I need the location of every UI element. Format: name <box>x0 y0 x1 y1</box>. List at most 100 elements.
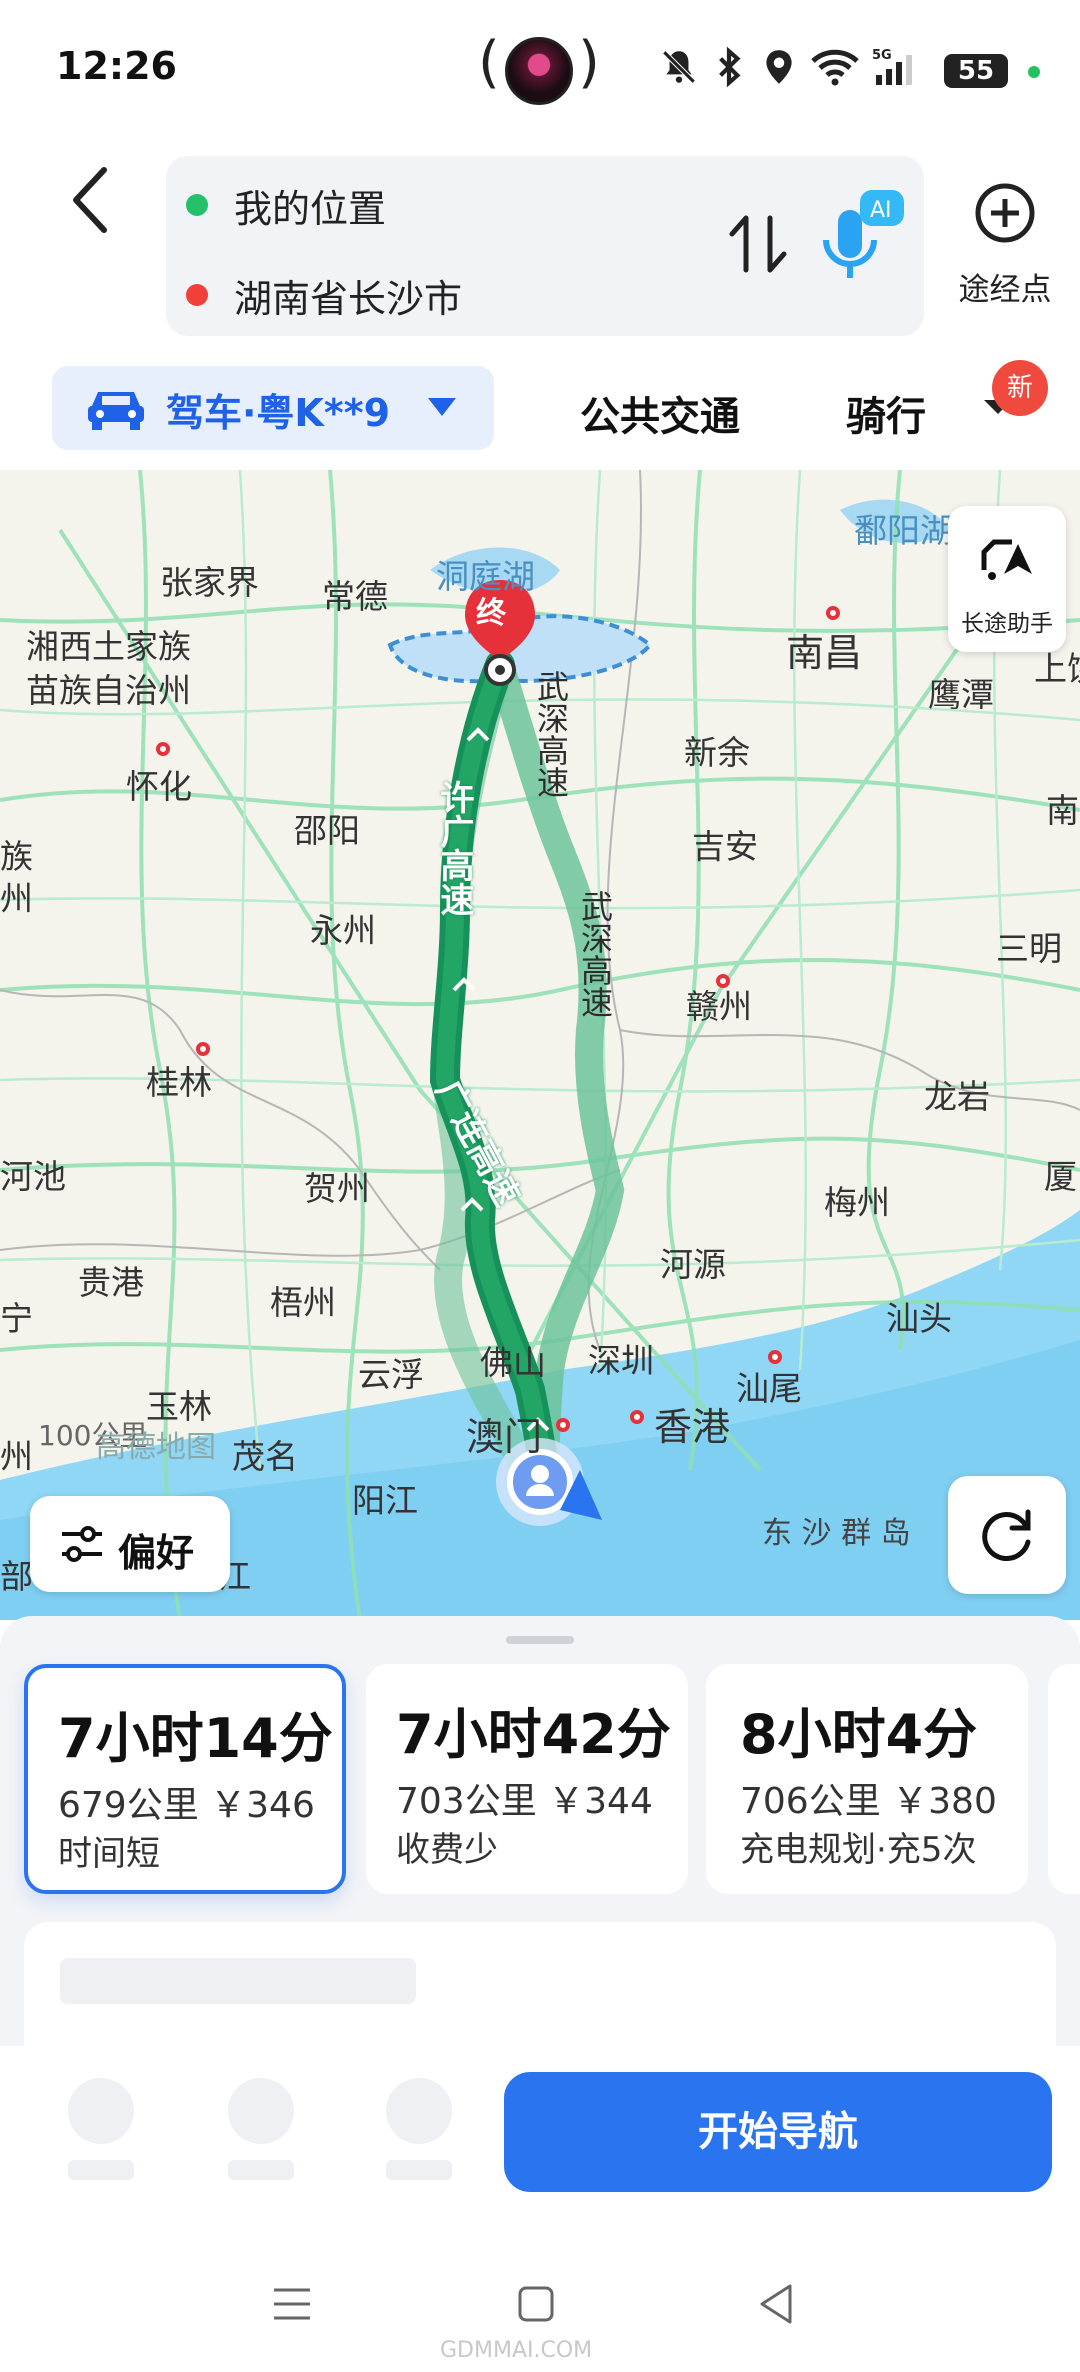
highway-label-wushen-2: 武深高速 <box>576 890 614 1018</box>
city-dot <box>630 1410 644 1424</box>
route-tag: 充电规划·充5次 <box>740 1830 977 1870</box>
loading-placeholder-bar <box>68 2160 134 2180</box>
city-dot <box>826 606 840 620</box>
swap-icon[interactable] <box>718 204 798 284</box>
place-wuzhou: 梧州 <box>270 1283 336 1322</box>
home-icon[interactable] <box>516 2284 556 2324</box>
place-shaoyang: 邵阳 <box>294 811 360 850</box>
waypoint-label: 途经点 <box>958 272 1052 308</box>
back-button[interactable] <box>60 160 126 240</box>
ai-voice-icon[interactable]: AI <box>808 182 918 292</box>
loading-placeholder-bar <box>228 2160 294 2180</box>
status-bar: 12:26 ( ) 5G 55 <box>0 0 1080 140</box>
driving-label: 驾车·粤K**9 <box>166 391 391 435</box>
route-duration: 7小时14分 <box>58 1707 333 1770</box>
wifi-icon <box>811 49 859 86</box>
highway-label-wushen-1: 武深高速 <box>532 670 570 798</box>
refresh-route-button[interactable] <box>948 1476 1066 1594</box>
place-yunfu: 云浮 <box>358 1355 424 1394</box>
place-poyang: 鄱阳湖 <box>854 511 953 550</box>
footer-watermark: GDMMAI.COM <box>440 2338 593 2363</box>
preference-button[interactable]: 偏好 <box>30 1496 230 1592</box>
place-longyan: 龙岩 <box>924 1077 990 1116</box>
battery-indicator: 55 <box>944 54 1008 88</box>
place-zhangjiajie: 张家界 <box>160 563 259 602</box>
route-card-peek[interactable] <box>1048 1664 1080 1894</box>
tab-transit[interactable]: 公共交通 <box>580 384 740 442</box>
loading-placeholder-circle <box>228 2078 294 2144</box>
add-waypoint-button[interactable]: 途经点 <box>940 180 1070 320</box>
highway-label-xuguang: 许广高速 <box>434 780 474 916</box>
place-yangjiang: 阳江 <box>352 1481 418 1520</box>
chevron-down-icon <box>428 398 456 416</box>
place-foshan: 佛山 <box>480 1343 546 1382</box>
loading-placeholder <box>60 1958 416 2004</box>
place-yulin: 玉林 <box>146 1387 212 1426</box>
sliders-icon <box>62 1526 102 1562</box>
tab-cycling[interactable]: 骑行 <box>846 384 926 442</box>
place-nanchang: 南昌 <box>786 631 863 675</box>
place-yingtan: 鹰潭 <box>928 675 994 714</box>
place-dongsha: 东 沙 群 岛 <box>762 1516 911 1551</box>
place-ning: 宁 <box>0 1299 33 1338</box>
system-navigation-bar: GDMMAI.COM <box>0 2246 1080 2372</box>
place-maoming: 茂名 <box>232 1437 298 1476</box>
svg-text:5G: 5G <box>872 48 892 63</box>
origin-text: 我的位置 <box>234 187 387 231</box>
route-card-1[interactable]: 7小时14分 679公里 ￥346 时间短 <box>24 1664 346 1894</box>
new-badge: 新 <box>992 360 1048 416</box>
location-icon <box>766 50 792 84</box>
city-dot <box>156 742 170 756</box>
destination-dot-icon <box>186 284 208 306</box>
place-shantou: 汕头 <box>886 1299 952 1338</box>
loading-placeholder-circle <box>386 2078 452 2144</box>
route-distance-toll: 679公里 ￥346 <box>58 1785 315 1826</box>
loading-placeholder-bar <box>386 2160 452 2180</box>
svg-text:AI: AI <box>870 198 892 223</box>
cellular-signal-icon: 5G <box>872 48 912 85</box>
back-icon[interactable] <box>756 2282 796 2326</box>
place-hechi: 河池 <box>0 1157 66 1196</box>
sheet-drag-handle[interactable] <box>506 1636 574 1644</box>
tab-driving[interactable]: 驾车·粤K**9 <box>52 366 494 450</box>
status-time: 12:26 <box>56 44 177 88</box>
place-huaihua: 怀化 <box>126 767 192 806</box>
route-distance-toll: 703公里 ￥344 <box>396 1781 653 1822</box>
place-bu: 部 <box>0 1557 33 1596</box>
route-tag: 时间短 <box>58 1834 160 1874</box>
route-card-2[interactable]: 7小时42分 703公里 ￥344 收费少 <box>366 1664 688 1894</box>
preference-label: 偏好 <box>118 1531 195 1575</box>
city-dot <box>196 1042 210 1056</box>
place-hezhou: 贺州 <box>304 1169 370 1208</box>
origin-field[interactable]: 我的位置 <box>186 170 706 240</box>
city-dot <box>768 1350 782 1364</box>
refresh-icon <box>982 1509 1031 1561</box>
floating-camera-bubble[interactable]: ( ) <box>478 30 600 108</box>
route-duration: 8小时4分 <box>740 1703 978 1766</box>
long-trip-label: 长途助手 <box>961 611 1053 637</box>
route-card-3[interactable]: 8小时4分 706公里 ￥380 充电规划·充5次 <box>706 1664 1028 1894</box>
plus-circle-icon <box>975 183 1035 243</box>
place-sanming: 三明 <box>996 929 1062 968</box>
city-dot <box>716 974 730 988</box>
place-hongkong: 香港 <box>654 1405 731 1449</box>
long-trip-assistant-button[interactable]: 长途助手 <box>948 506 1066 652</box>
camera-avatar-icon <box>505 37 573 105</box>
start-navigation-button[interactable]: 开始导航 <box>504 2072 1052 2192</box>
place-guilin: 桂林 <box>146 1063 212 1102</box>
destination-field[interactable]: 湖南省长沙市 <box>186 260 706 330</box>
place-macau: 澳门 <box>466 1415 543 1459</box>
city-dot <box>556 1418 570 1432</box>
bell-muted-icon <box>662 50 696 84</box>
destination-text: 湖南省长沙市 <box>234 277 463 321</box>
place-guigang: 贵港 <box>78 1263 144 1302</box>
place-heyuan: 河源 <box>660 1245 726 1284</box>
car-icon <box>88 392 144 430</box>
place-shanwei: 汕尾 <box>736 1369 802 1408</box>
place-changde: 常德 <box>322 577 388 616</box>
route-duration: 7小时42分 <box>396 1703 671 1766</box>
route-input-box: 我的位置 湖南省长沙市 AI <box>166 156 924 336</box>
origin-dot-icon <box>186 194 208 216</box>
place-shenzhen: 深圳 <box>588 1341 654 1380</box>
menu-icon[interactable] <box>270 2284 314 2324</box>
